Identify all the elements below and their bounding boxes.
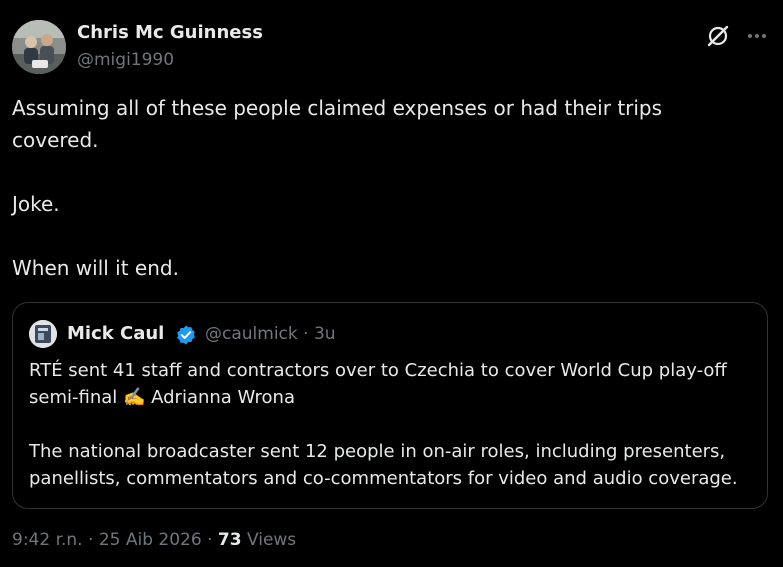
views-label: Views [246, 530, 297, 550]
quoted-author-name: Mick Caul [67, 323, 165, 344]
meta-separator: · [303, 324, 309, 344]
author-name[interactable]: Chris Mc Guinness [77, 22, 263, 43]
verified-badge-icon [175, 324, 197, 346]
tweet-time[interactable]: 9:42 r.n. [12, 530, 83, 550]
more-icon[interactable] [745, 24, 769, 48]
quoted-author-meta: @caulmick · 3u [205, 324, 336, 344]
tweet-meta: 9:42 r.n. · 25 Aib 2026 · 73 Views [12, 530, 296, 550]
quoted-text-paragraph: RTÉ sent 41 staff and contractors over t… [29, 360, 727, 408]
quoted-tweet-age: 3u [313, 324, 336, 344]
quoted-text-paragraph: The national broadcaster sent 12 people … [29, 441, 738, 489]
avatar-photo [12, 20, 66, 74]
grok-icon[interactable] [705, 23, 731, 49]
meta-separator: · [88, 530, 94, 550]
tweet-date[interactable]: 25 Aib 2026 [99, 530, 202, 550]
quoted-author-handle: @caulmick [205, 324, 298, 344]
tweet-text-line: When will it end. [12, 256, 179, 280]
views-count: 73 [217, 530, 242, 550]
author-handle[interactable]: @migi1990 [77, 50, 174, 70]
tweet-text-line: Assuming all of these people claimed exp… [12, 96, 663, 152]
tweet-header: Chris Mc Guinness @migi1990 [12, 20, 771, 76]
author-avatar[interactable] [12, 20, 66, 74]
tweet-text-line: Joke. [12, 192, 60, 216]
quoted-author-avatar [29, 320, 57, 348]
tweet-body: Assuming all of these people claimed exp… [12, 92, 752, 284]
quoted-tweet-body: RTÉ sent 41 staff and contractors over t… [29, 357, 759, 492]
quoted-tweet-card[interactable]: Mick Caul @caulmick · 3u RTÉ sent 41 sta… [12, 302, 768, 509]
meta-separator: · [207, 530, 213, 550]
